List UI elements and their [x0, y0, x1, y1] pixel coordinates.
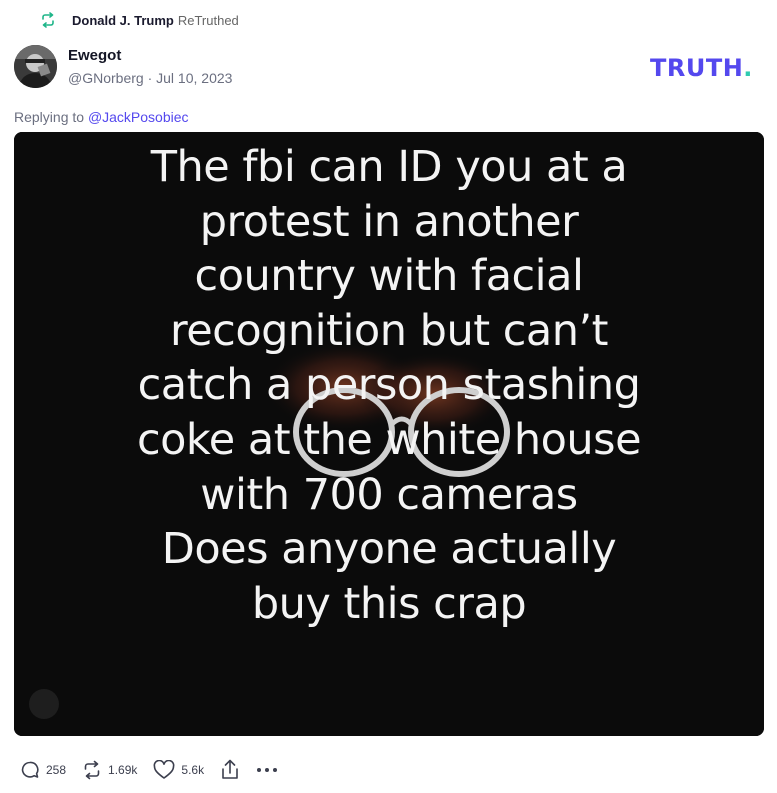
reply-context: Replying to @JackPosobiec — [14, 109, 189, 125]
retruth-count: 1.69k — [108, 763, 138, 777]
reply-prefix: Replying to — [14, 109, 85, 125]
like-button[interactable]: 5.6k — [153, 760, 204, 780]
image-text-line: The fbi can ID you at a — [150, 142, 628, 192]
post-date[interactable]: Jul 10, 2023 — [156, 70, 232, 86]
like-count: 5.6k — [181, 763, 205, 777]
share-button[interactable] — [220, 759, 240, 781]
avatar[interactable] — [14, 45, 57, 88]
reply-count: 258 — [46, 763, 67, 777]
retruth-header: Donald J. Trump ReTruthed — [40, 10, 239, 30]
image-text-line: recognition but can’t — [169, 305, 609, 356]
image-text-line: protest in another — [199, 196, 579, 247]
author-handle[interactable]: @GNorberg — [68, 70, 144, 86]
more-dots-icon — [257, 768, 278, 772]
author-name[interactable]: Ewegot — [68, 47, 121, 64]
retruth-button[interactable]: 1.69k — [82, 760, 137, 780]
image-text-line: country with facial — [194, 251, 584, 302]
retruth-arrows-icon — [84, 760, 100, 780]
post-action-bar: 258 1.69k 5.6k — [20, 757, 294, 783]
retruth-user-name[interactable]: Donald J. Trump — [72, 13, 174, 28]
retruth-action-label: ReTruthed — [177, 12, 239, 28]
retruth-arrows-icon — [40, 12, 56, 28]
heart-icon — [153, 760, 175, 779]
reply-button[interactable]: 258 — [20, 760, 66, 780]
meta-separator: · — [147, 70, 153, 86]
truth-logo[interactable]: TRUTH. — [650, 54, 753, 82]
post-image[interactable]: The fbi can ID you at a protest in anoth… — [14, 132, 764, 736]
share-upload-icon — [222, 759, 238, 779]
image-text-line: Does anyone actually — [161, 524, 617, 575]
image-text-line: buy this crap — [251, 578, 527, 629]
logo-dot: . — [743, 54, 753, 82]
image-text-line: coke at the white house — [136, 414, 642, 465]
comment-bubble-icon — [21, 761, 39, 778]
reply-mention-link[interactable]: @JackPosobiec — [88, 109, 189, 125]
author-meta: @GNorberg · Jul 10, 2023 — [68, 70, 232, 86]
image-text-line: with 700 cameras — [200, 469, 578, 520]
more-options-button[interactable] — [256, 766, 278, 774]
logo-text: TRUTH — [650, 54, 744, 82]
image-caption-text: The fbi can ID you at a protest in anoth… — [14, 140, 764, 631]
image-text-line: catch a person stashing — [137, 360, 641, 411]
